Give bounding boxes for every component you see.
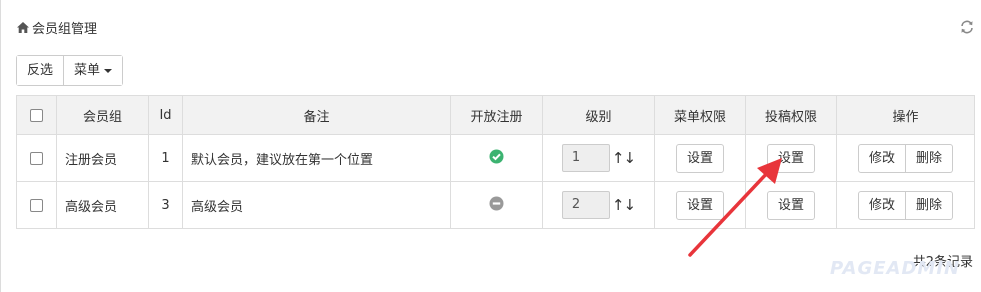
- table-row: 注册会员 1 默认会员，建议放在第一个位置 1 ↑↓ 设置 设置 修改 删除: [16, 134, 975, 182]
- column-header-level: 级别: [542, 95, 655, 135]
- level-cell: 1 ↑↓: [542, 134, 655, 182]
- column-header-group: 会员组: [56, 95, 149, 135]
- sort-arrows-icon[interactable]: ↑↓: [612, 196, 636, 214]
- page-title: 会员组管理: [32, 21, 98, 37]
- column-header-id: Id: [148, 95, 183, 135]
- column-header-actions: 操作: [836, 95, 975, 135]
- refresh-icon[interactable]: [959, 19, 975, 35]
- check-circle-icon: [489, 149, 504, 168]
- group-note: 默认会员，建议放在第一个位置: [182, 134, 451, 182]
- group-name: 高级会员: [56, 181, 149, 229]
- action-button-group: 修改 删除: [857, 190, 954, 220]
- caret-down-icon: [104, 68, 113, 73]
- sort-arrows-icon[interactable]: ↑↓: [612, 149, 636, 167]
- menu-dropdown-button[interactable]: 菜单: [63, 56, 123, 85]
- menu-label: 菜单: [74, 63, 101, 78]
- table-row: 高级会员 3 高级会员 2 ↑↓ 设置 设置 修改 删除: [16, 181, 975, 229]
- row-checkbox[interactable]: [30, 198, 43, 212]
- delete-button[interactable]: 删除: [906, 143, 954, 173]
- menu-permission-button[interactable]: 设置: [675, 143, 724, 173]
- edit-button[interactable]: 修改: [857, 190, 906, 220]
- action-button-group: 修改 删除: [857, 143, 954, 173]
- group-name: 注册会员: [56, 134, 149, 182]
- level-input[interactable]: 1: [561, 144, 610, 172]
- group-id: 3: [148, 181, 183, 229]
- select-all-checkbox[interactable]: [30, 108, 43, 122]
- home-icon[interactable]: [16, 21, 30, 34]
- page-header: 会员组管理: [16, 17, 97, 37]
- column-header-open-register: 开放注册: [450, 95, 543, 135]
- open-register-cell: [450, 134, 543, 182]
- group-id: 1: [148, 134, 183, 182]
- level-cell: 2 ↑↓: [542, 181, 655, 229]
- menu-permission-button[interactable]: 设置: [675, 190, 724, 220]
- column-header-note: 备注: [182, 95, 451, 135]
- minus-circle-icon: [489, 196, 504, 215]
- row-checkbox[interactable]: [30, 151, 43, 165]
- header-select-all[interactable]: [16, 95, 57, 135]
- group-note: 高级会员: [182, 181, 451, 229]
- open-register-cell: [450, 181, 543, 229]
- submit-permission-button[interactable]: 设置: [766, 143, 815, 173]
- column-header-submit-permission: 投稿权限: [745, 95, 837, 135]
- invert-selection-button[interactable]: 反选: [17, 56, 64, 85]
- toolbar: 反选 菜单: [16, 55, 124, 86]
- table-header-row: 会员组 Id 备注 开放注册 级别 菜单权限 投稿权限 操作: [16, 95, 975, 135]
- edit-button[interactable]: 修改: [857, 143, 906, 173]
- column-header-menu-permission: 菜单权限: [654, 95, 746, 135]
- submit-permission-button[interactable]: 设置: [766, 190, 815, 220]
- member-group-table: 会员组 Id 备注 开放注册 级别 菜单权限 投稿权限 操作 注册会员 1 默认…: [16, 95, 975, 229]
- delete-button[interactable]: 删除: [906, 190, 954, 220]
- watermark-logo: PAGEADMIN: [830, 258, 961, 279]
- level-input[interactable]: 2: [561, 191, 610, 219]
